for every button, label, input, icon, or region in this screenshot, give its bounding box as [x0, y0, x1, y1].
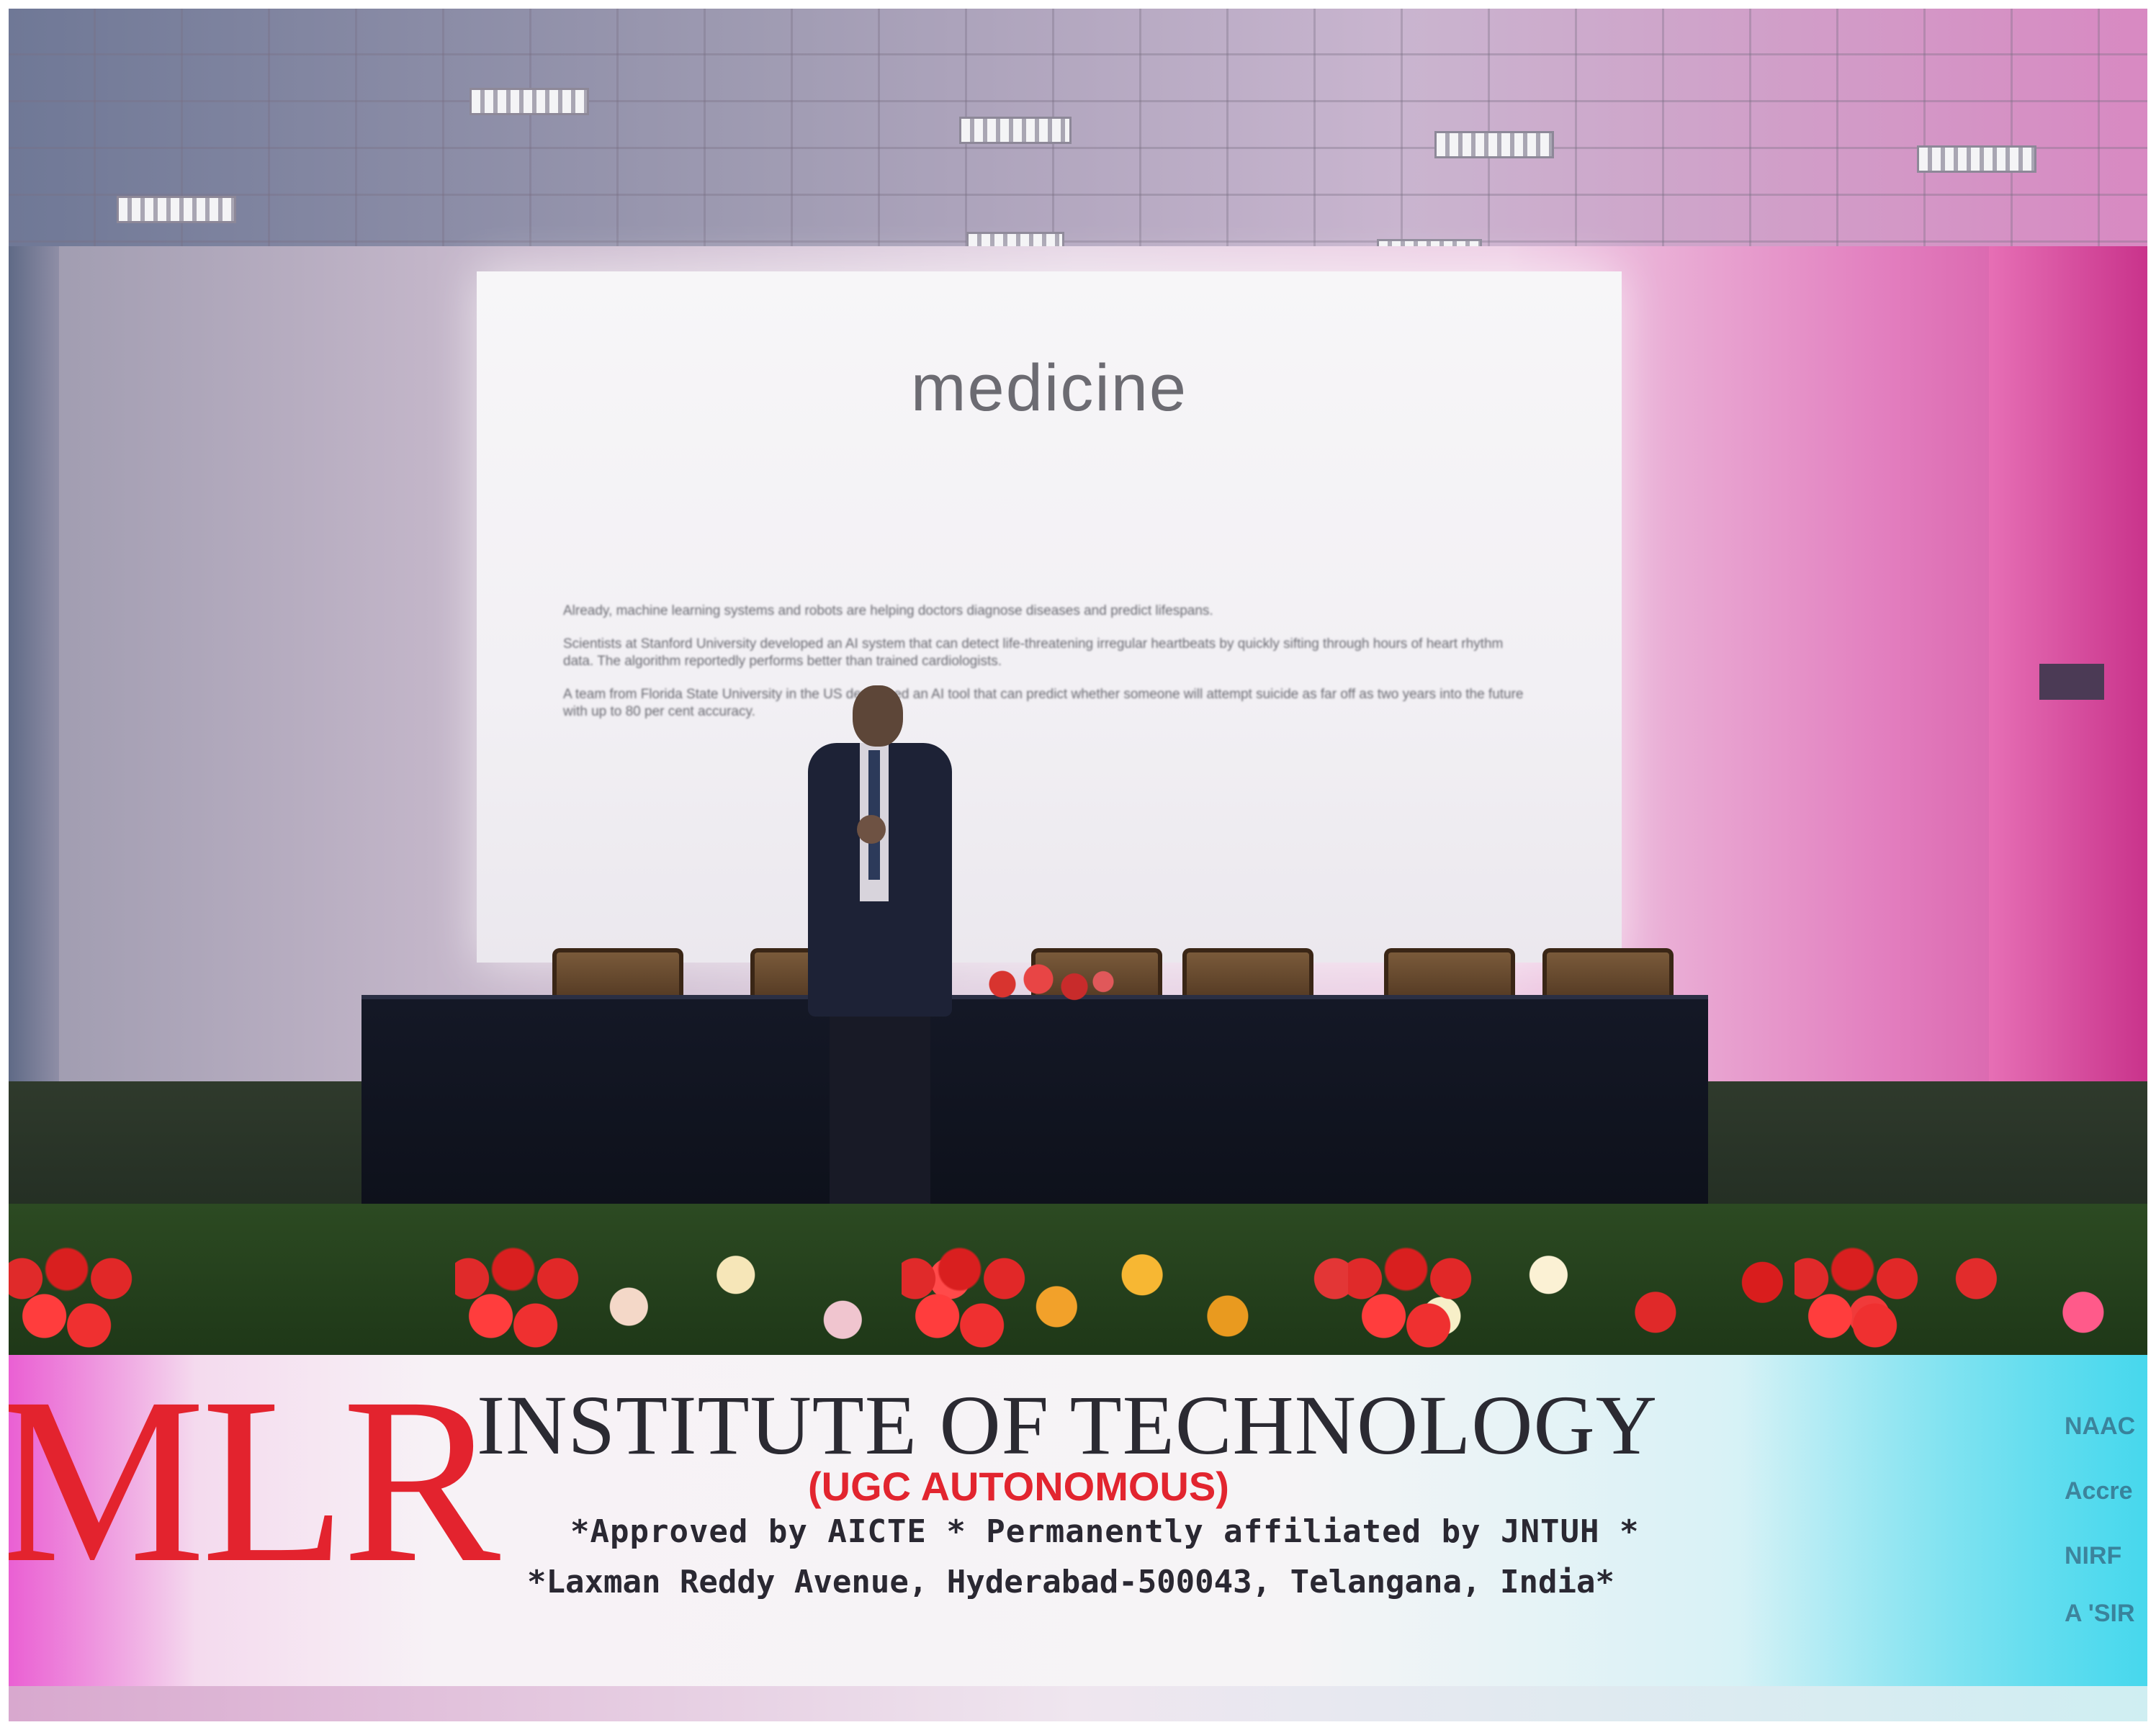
address-line: *Laxman Reddy Avenue, Hyderabad-500043, …: [527, 1564, 1614, 1600]
institute-name: INSTITUTE OF TECHNOLOGY: [477, 1378, 1658, 1472]
speaker-head: [853, 685, 903, 747]
ceiling-light: [1434, 131, 1554, 158]
ceiling-light: [1917, 145, 2036, 173]
ceiling-light: [117, 196, 236, 223]
slide-paragraph: Already, machine learning systems and ro…: [563, 603, 1213, 618]
banner-bottom-edge: [9, 1686, 2147, 1721]
flower-bouquet: [974, 959, 1118, 1009]
banner-side-text: A 'SIR: [2065, 1600, 2135, 1627]
speaker-person: [808, 685, 952, 1218]
slide-body: Already, machine learning systems and ro…: [563, 603, 1528, 736]
slide-title: medicine: [910, 351, 1188, 425]
ceiling-light: [959, 117, 1072, 144]
banner-side-text: NAAC: [2065, 1413, 2136, 1440]
speaker-hand-with-mic: [857, 815, 886, 844]
institute-status: (UGC AUTONOMOUS): [808, 1464, 1229, 1509]
projection-screen: medicine Already, machine learning syste…: [477, 271, 1622, 963]
speaker-legs: [830, 1002, 930, 1218]
cyan-stage-light: [1744, 1355, 2147, 1721]
event-photo: medicine Already, machine learning syste…: [9, 9, 2147, 1721]
wall-pillar: [9, 246, 59, 1089]
approval-line: *Approved by AICTE * Permanently affilia…: [570, 1513, 1640, 1550]
wall-speaker-box: [2039, 664, 2104, 700]
slide-paragraph: Scientists at Stanford University develo…: [563, 636, 1504, 669]
ceiling-light: [470, 88, 589, 115]
institute-logo-text: MLR: [9, 1349, 500, 1612]
slide-paragraph: A team from Florida State University in …: [563, 687, 1524, 719]
banner-side-text: NIRF: [2065, 1542, 2122, 1569]
banner-side-text: Accre: [2065, 1477, 2133, 1505]
